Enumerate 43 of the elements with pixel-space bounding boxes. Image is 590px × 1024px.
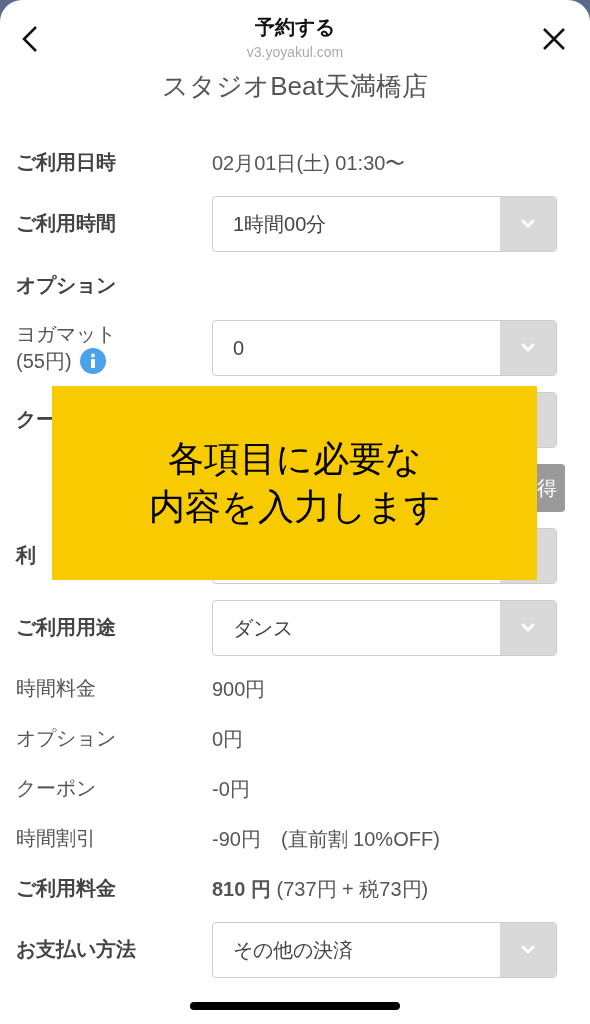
- back-icon[interactable]: [22, 25, 38, 53]
- field-label: (55円): [16, 348, 72, 374]
- chevron-down-icon: [520, 945, 536, 955]
- page-title: 予約する: [255, 15, 335, 40]
- value-text: 0円: [212, 727, 244, 752]
- value-text: 900円: [212, 677, 266, 702]
- chevron-down-icon: [520, 219, 536, 229]
- dropdown-button[interactable]: [500, 601, 556, 655]
- select-value: 1時間00分: [233, 212, 327, 237]
- field-label: オプション: [16, 727, 116, 749]
- field-label: 時間料金: [16, 677, 96, 699]
- field-label: 時間割引: [16, 827, 96, 849]
- url-text: v3.yoyakul.com: [246, 43, 344, 62]
- dropdown-button[interactable]: [500, 197, 556, 251]
- close-icon[interactable]: [542, 27, 566, 51]
- dropdown-button[interactable]: [500, 923, 556, 977]
- info-icon[interactable]: [79, 348, 106, 374]
- select-value: ダンス: [233, 616, 293, 641]
- field-label: ヨガマット: [16, 323, 116, 345]
- field-label: ご利用用途: [16, 616, 116, 638]
- field-label: ご利用料金: [16, 877, 116, 899]
- field-label: オプション: [16, 274, 116, 296]
- chevron-down-icon: [520, 623, 536, 633]
- dropdown-button[interactable]: [500, 321, 556, 375]
- instruction-text: 内容を入力します: [148, 485, 441, 529]
- select-field[interactable]: その他の決済: [212, 922, 557, 978]
- instruction-text: 各項目に必要な: [167, 437, 422, 481]
- select-field[interactable]: 1時間00分: [212, 196, 557, 252]
- select-value: 0: [233, 336, 245, 361]
- value-text: 810 円 (737円 + 税73円): [212, 877, 429, 902]
- field-label: ご利用時間: [16, 212, 116, 234]
- field-label: 利: [16, 544, 36, 566]
- select-value: その他の決済: [233, 938, 353, 963]
- value-text: -90円 (直前割 10%OFF): [212, 827, 440, 852]
- select-field[interactable]: 0: [212, 320, 557, 376]
- store-name: スタジオBeat天満橋店: [162, 70, 428, 103]
- field-label: ご利用日時: [16, 151, 116, 173]
- field-label: お支払い方法: [16, 938, 136, 960]
- field-label: クーポン: [16, 777, 96, 799]
- select-field[interactable]: ダンス: [212, 600, 557, 656]
- value-text: -0円: [212, 777, 250, 802]
- chevron-down-icon: [520, 343, 536, 353]
- value-text: 02月01日(土) 01:30〜: [212, 151, 406, 176]
